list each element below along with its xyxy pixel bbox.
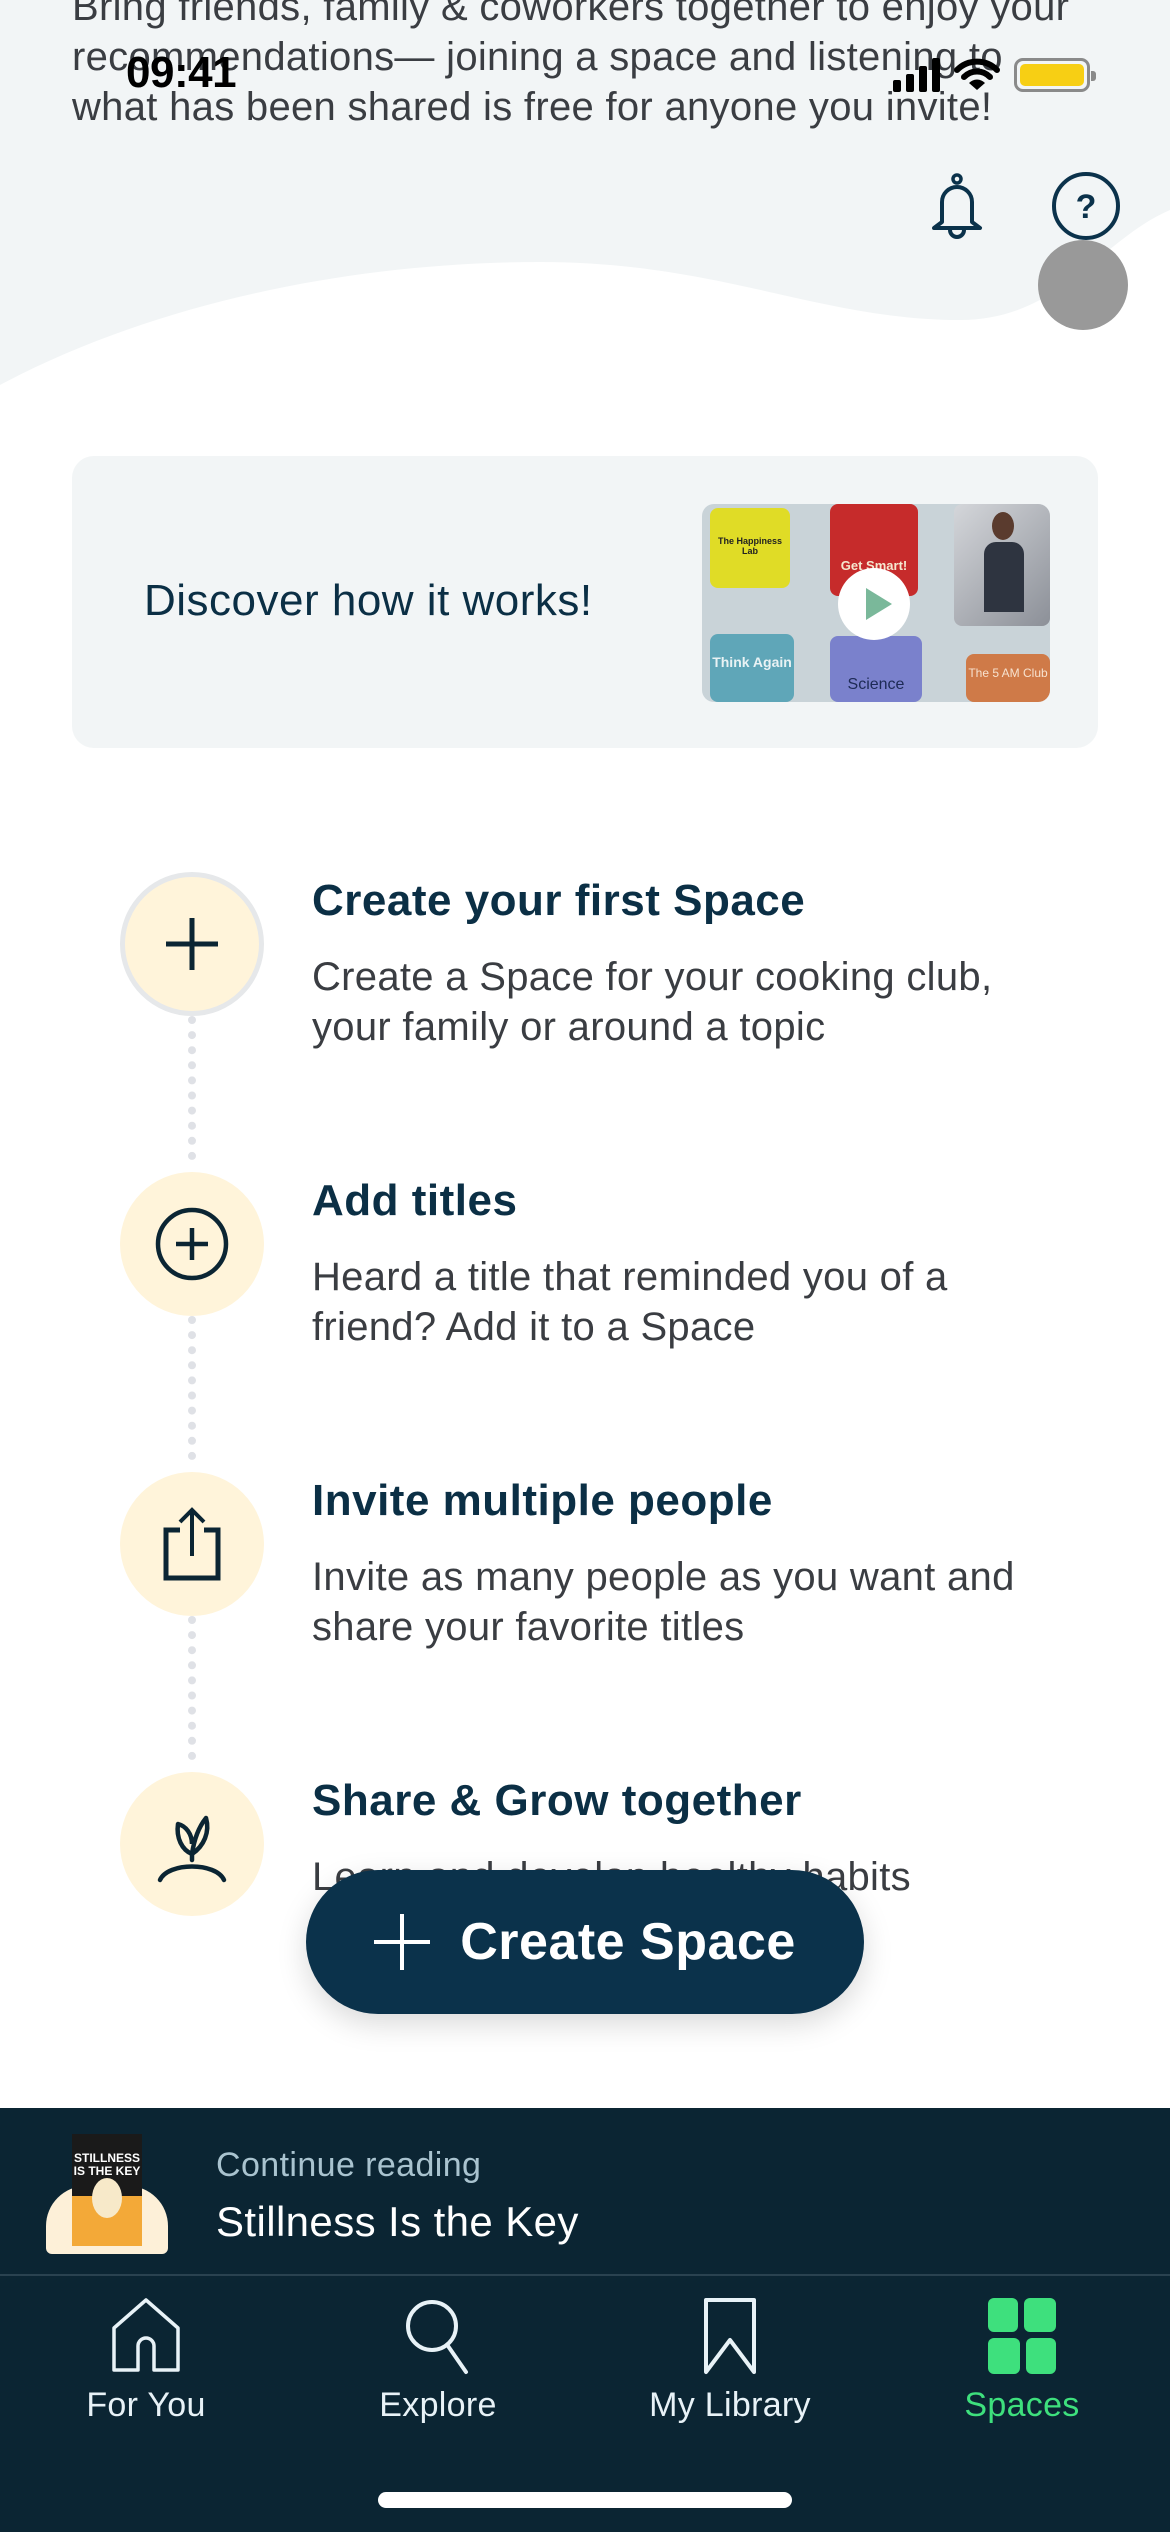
discover-card[interactable]: Discover how it works! The Happiness Lab… <box>72 456 1098 748</box>
book-cover: STILLNESS IS THE KEY <box>46 2134 168 2254</box>
continue-reading-bar[interactable]: STILLNESS IS THE KEY Continue reading St… <box>0 2108 1170 2276</box>
step-title: Create your first Space <box>312 876 806 925</box>
create-space-button[interactable]: Create Space <box>306 1870 864 2014</box>
continue-reading-label: Continue reading <box>216 2146 482 2184</box>
nav-item-spaces[interactable]: Spaces <box>876 2296 1168 2425</box>
status-time: 09:41 <box>126 48 237 97</box>
plus-icon <box>166 918 218 970</box>
spaces-grid-icon <box>988 2298 1056 2374</box>
home-indicator[interactable] <box>378 2492 792 2508</box>
tile-meditation-photo <box>954 504 1050 626</box>
step-item: Invite multiple people Invite as many pe… <box>0 1460 1170 1720</box>
share-icon <box>163 1507 221 1581</box>
bell-icon[interactable] <box>922 170 992 242</box>
step-icon-circle <box>120 1772 264 1916</box>
step-title: Share & Grow together <box>312 1776 802 1825</box>
help-button[interactable]: ? <box>1050 170 1122 242</box>
nav-item-my-library[interactable]: My Library <box>584 2296 876 2425</box>
battery-icon <box>1014 58 1096 92</box>
wifi-icon <box>954 58 1000 90</box>
step-item: Add titles Heard a title that reminded y… <box>0 1160 1170 1420</box>
nav-item-explore[interactable]: Explore <box>292 2296 584 2425</box>
bookmark-icon <box>704 2298 756 2374</box>
create-space-label: Create Space <box>460 1913 796 1971</box>
search-icon <box>406 2300 468 2374</box>
status-icons <box>893 58 1096 92</box>
play-icon[interactable] <box>838 568 910 640</box>
home-icon <box>112 2298 180 2372</box>
step-item: Create your first Space Create a Space f… <box>0 860 1170 1120</box>
step-icon-circle <box>120 872 264 1016</box>
svg-text:?: ? <box>1076 188 1097 226</box>
continue-reading-title: Stillness Is the Key <box>216 2198 579 2245</box>
sprout-icon <box>157 1815 227 1883</box>
nav-item-for-you[interactable]: For You <box>0 2296 292 2425</box>
touch-indicator <box>1038 240 1128 330</box>
step-title: Invite multiple people <box>312 1476 773 1525</box>
tile-5am-club: The 5 AM Club <box>966 654 1050 702</box>
step-description: Create a Space for your cooking club, yo… <box>312 955 993 1049</box>
plus-icon <box>374 1914 431 1970</box>
discover-title: Discover how it works! <box>144 576 593 625</box>
tile-science: Science <box>830 636 922 702</box>
step-description: Heard a title that reminded you of a fri… <box>312 1255 948 1349</box>
step-description: Invite as many people as you want and sh… <box>312 1555 1015 1649</box>
step-icon-circle <box>120 1472 264 1616</box>
tile-think-again: Think Again <box>710 634 794 702</box>
step-icon-circle <box>120 1172 264 1316</box>
help-circle-icon: ? <box>1052 172 1120 240</box>
signal-icon <box>893 58 940 92</box>
step-title: Add titles <box>312 1176 518 1225</box>
plus-circle-icon <box>155 1207 229 1281</box>
tile-happiness-lab: The Happiness Lab <box>710 508 790 588</box>
video-thumbnail[interactable]: The Happiness Lab Get Smart! Think Again… <box>702 504 1050 702</box>
